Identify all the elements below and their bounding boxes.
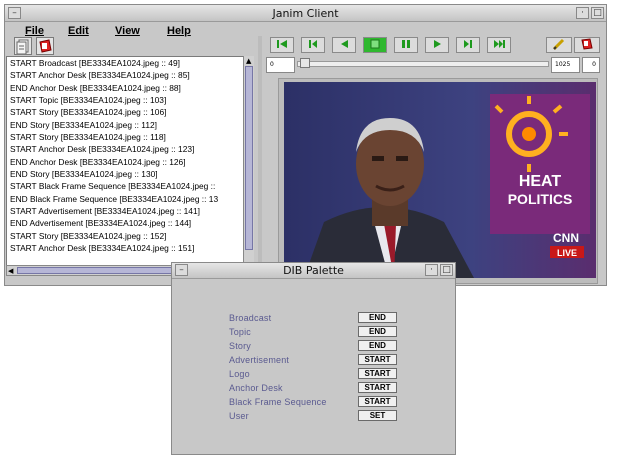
palette-minimize-button[interactable]: · bbox=[425, 264, 438, 276]
menu-view[interactable]: View bbox=[115, 25, 140, 37]
frame-slider-row: 0 1025 0 bbox=[266, 57, 600, 75]
open-file-button[interactable] bbox=[14, 37, 32, 55]
network-logo: CNN bbox=[553, 231, 579, 245]
live-badge: LIVE bbox=[557, 248, 577, 258]
log-row[interactable]: START Topic [BE3334EA1024.jpeg :: 103] bbox=[7, 94, 253, 106]
broadcast-toggle-button[interactable]: END bbox=[358, 312, 397, 323]
log-row[interactable]: END Anchor Desk [BE3334EA1024.jpeg :: 88… bbox=[7, 82, 253, 94]
first-frame-button[interactable] bbox=[270, 37, 294, 53]
palette-maximize-button[interactable]: □ bbox=[440, 264, 453, 276]
slider-start-value: 0 bbox=[266, 57, 295, 73]
skip-end-icon bbox=[494, 40, 505, 48]
log-row[interactable]: START Story [BE3334EA1024.jpeg :: 106] bbox=[7, 106, 253, 118]
graphic-text-heat: HEAT bbox=[519, 173, 562, 190]
skip-start-icon bbox=[277, 40, 287, 48]
menu-file[interactable]: File bbox=[25, 25, 44, 37]
stop-icon bbox=[370, 39, 380, 49]
scroll-up-icon[interactable]: ▲ bbox=[246, 57, 251, 65]
window-title: Janim Client bbox=[272, 7, 339, 20]
frame-slider-knob[interactable] bbox=[300, 58, 310, 68]
event-log-list[interactable]: START Broadcast [BE3334EA1024.jpeg :: 49… bbox=[6, 56, 254, 270]
pencil-icon bbox=[552, 38, 565, 51]
log-row[interactable]: START Advertisement [BE3334EA1024.jpeg :… bbox=[7, 205, 253, 217]
log-row[interactable]: END Advertisement [BE3334EA1024.jpeg :: … bbox=[7, 217, 253, 229]
log-scroll-thumb[interactable] bbox=[245, 66, 253, 250]
scroll-left-icon[interactable]: ◀ bbox=[8, 267, 13, 275]
user-set-button[interactable]: SET bbox=[358, 410, 397, 421]
dib-palette-window: – DIB Palette · □ Broadcast END Topic EN… bbox=[171, 262, 456, 455]
black-frame-sequence-toggle-button[interactable]: START bbox=[358, 396, 397, 407]
log-vertical-scrollbar[interactable]: ▲ ▼ bbox=[243, 56, 254, 270]
clear-log-button[interactable] bbox=[36, 37, 54, 55]
slider-end-value: 1025 bbox=[551, 57, 580, 73]
palette-label-topic: Topic bbox=[229, 327, 252, 337]
play-icon bbox=[434, 40, 441, 48]
pause-button[interactable] bbox=[394, 37, 418, 53]
palette-label-black-frame-sequence: Black Frame Sequence bbox=[229, 397, 327, 407]
menu-help[interactable]: Help bbox=[167, 25, 191, 37]
anchor-desk-toggle-button[interactable]: START bbox=[358, 382, 397, 393]
graphic-text-politics: POLITICS bbox=[508, 191, 573, 207]
stop-button[interactable] bbox=[363, 37, 387, 53]
eraser-icon bbox=[581, 38, 593, 50]
reverse-icon bbox=[341, 40, 348, 48]
video-frame-image: HEAT POLITICS CNN LIVE bbox=[284, 82, 596, 278]
log-toolbar bbox=[6, 37, 258, 57]
next-mark-button[interactable] bbox=[456, 37, 480, 53]
log-row[interactable]: END Anchor Desk [BE3334EA1024.jpeg :: 12… bbox=[7, 156, 253, 168]
menu-edit[interactable]: Edit bbox=[68, 25, 89, 37]
play-button[interactable] bbox=[425, 37, 449, 53]
log-row[interactable]: END Black Frame Sequence [BE3334EA1024.j… bbox=[7, 193, 253, 205]
current-frame-field[interactable]: 0 bbox=[582, 57, 600, 73]
frame-slider-track[interactable] bbox=[297, 61, 549, 67]
step-forward-icon bbox=[464, 40, 472, 48]
pause-icon bbox=[402, 40, 410, 48]
erase-annotation-button[interactable] bbox=[574, 37, 600, 53]
maximize-button[interactable]: □ bbox=[591, 7, 604, 19]
log-row[interactable]: END Story [BE3334EA1024.jpeg :: 130] bbox=[7, 168, 253, 180]
previous-mark-button[interactable] bbox=[301, 37, 325, 53]
logo-toggle-button[interactable]: START bbox=[358, 368, 397, 379]
palette-label-broadcast: Broadcast bbox=[229, 313, 272, 323]
log-row[interactable]: START Broadcast [BE3334EA1024.jpeg :: 49… bbox=[7, 57, 253, 69]
annotate-button[interactable] bbox=[546, 37, 572, 53]
log-row[interactable]: START Story [BE3334EA1024.jpeg :: 152] bbox=[7, 230, 253, 242]
palette-title: DIB Palette bbox=[283, 264, 344, 277]
advertisement-toggle-button[interactable]: START bbox=[358, 354, 397, 365]
step-back-icon bbox=[309, 40, 317, 48]
log-row[interactable]: END Story [BE3334EA1024.jpeg :: 112] bbox=[7, 119, 253, 131]
log-row[interactable]: START Story [BE3334EA1024.jpeg :: 118] bbox=[7, 131, 253, 143]
log-row[interactable]: START Anchor Desk [BE3334EA1024.jpeg :: … bbox=[7, 143, 253, 155]
palette-label-advertisement: Advertisement bbox=[229, 355, 290, 365]
playback-controls bbox=[266, 37, 600, 55]
topic-toggle-button[interactable]: END bbox=[358, 326, 397, 337]
pane-splitter[interactable] bbox=[258, 36, 262, 282]
log-row[interactable]: START Anchor Desk [BE3334EA1024.jpeg :: … bbox=[7, 69, 253, 81]
minimize-button[interactable]: · bbox=[576, 7, 589, 19]
story-toggle-button[interactable]: END bbox=[358, 340, 397, 351]
log-row[interactable]: START Anchor Desk [BE3334EA1024.jpeg :: … bbox=[7, 242, 253, 254]
palette-label-story: Story bbox=[229, 341, 252, 351]
palette-label-logo: Logo bbox=[229, 369, 250, 379]
eraser-icon bbox=[39, 39, 52, 53]
palette-titlebar[interactable]: – DIB Palette · □ bbox=[172, 263, 455, 279]
play-reverse-button[interactable] bbox=[332, 37, 356, 53]
last-frame-button[interactable] bbox=[487, 37, 511, 53]
main-titlebar[interactable]: – Janim Client · □ bbox=[5, 5, 606, 22]
log-row[interactable]: START Black Frame Sequence [BE3334EA1024… bbox=[7, 180, 253, 192]
document-icon bbox=[16, 39, 29, 55]
palette-label-anchor-desk: Anchor Desk bbox=[229, 383, 283, 393]
video-display[interactable]: HEAT POLITICS CNN LIVE bbox=[284, 82, 596, 278]
palette-label-user: User bbox=[229, 411, 249, 421]
